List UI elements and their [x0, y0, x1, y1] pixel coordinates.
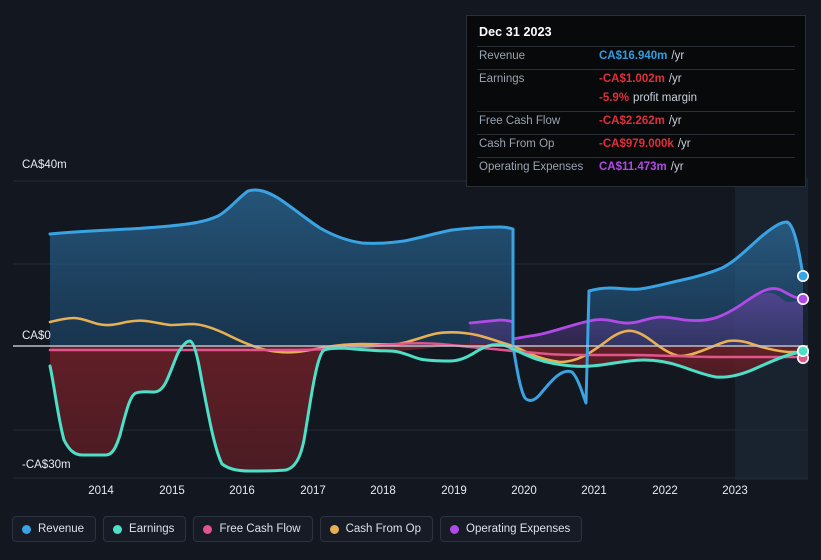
tooltip-value-free-cash-flow: -CA$2.262m: [599, 115, 665, 127]
financial-chart: CA$40m CA$0 -CA$30m 2014 2015 2016 2017 …: [0, 0, 821, 560]
chart-legend: Revenue Earnings Free Cash Flow Cash Fro…: [12, 516, 583, 542]
y-axis-label-zero: CA$0: [22, 330, 51, 342]
tooltip-label-operating-expenses: Operating Expenses: [479, 161, 584, 173]
legend-item-revenue[interactable]: Revenue: [12, 516, 97, 542]
x-tick-2017: 2017: [300, 485, 326, 497]
tooltip-label-free-cash-flow: Free Cash Flow: [479, 115, 561, 127]
tooltip-label-cash-from-op: Cash From Op: [479, 138, 555, 150]
x-tick-2014: 2014: [88, 485, 114, 497]
tooltip-value-revenue: CA$16.940m: [599, 50, 668, 62]
legend-label-earnings: Earnings: [129, 523, 175, 535]
legend-dot-free-cash-flow-icon: [203, 524, 213, 534]
data-tooltip: Dec 31 2023 Revenue CA$16.940m /yr Earni…: [466, 15, 806, 187]
tooltip-date: Dec 31 2023: [479, 25, 552, 39]
x-tick-2019: 2019: [441, 485, 467, 497]
tooltip-value-profit-margin: -5.9%: [599, 92, 630, 104]
x-tick-2016: 2016: [229, 485, 255, 497]
y-axis-label-bottom: -CA$30m: [22, 459, 71, 471]
x-tick-2023: 2023: [722, 485, 748, 497]
legend-item-free-cash-flow[interactable]: Free Cash Flow: [193, 516, 313, 542]
tooltip-row-earnings: Earnings -CA$1.002m /yr: [477, 69, 795, 92]
legend-item-earnings[interactable]: Earnings: [103, 516, 187, 542]
operating-expenses-end-marker: [796, 292, 809, 305]
legend-label-cash-from-op: Cash From Op: [345, 523, 422, 535]
legend-dot-cash-from-op-icon: [329, 524, 339, 534]
x-tick-2022: 2022: [652, 485, 678, 497]
tooltip-row-profit-margin: -5.9% profit margin: [477, 92, 795, 111]
x-tick-2018: 2018: [370, 485, 396, 497]
legend-dot-operating-expenses-icon: [450, 524, 460, 534]
tooltip-unit-profit-margin: profit margin: [633, 92, 697, 104]
legend-item-cash-from-op[interactable]: Cash From Op: [319, 516, 434, 542]
tooltip-label-revenue: Revenue: [479, 50, 526, 62]
tooltip-row-free-cash-flow: Free Cash Flow -CA$2.262m /yr: [477, 111, 795, 134]
x-tick-2015: 2015: [159, 485, 185, 497]
tooltip-unit-operating-expenses: /yr: [670, 161, 684, 173]
tooltip-label-earnings: Earnings: [479, 73, 525, 85]
tooltip-unit-cash-from-op: /yr: [677, 138, 691, 150]
tooltip-unit-revenue: /yr: [671, 50, 685, 62]
tooltip-unit-free-cash-flow: /yr: [668, 115, 682, 127]
legend-label-operating-expenses: Operating Expenses: [466, 523, 571, 535]
legend-item-operating-expenses[interactable]: Operating Expenses: [440, 516, 583, 542]
y-axis-label-top: CA$40m: [22, 159, 67, 171]
tooltip-row-operating-expenses: Operating Expenses CA$11.473m /yr: [477, 157, 795, 180]
legend-label-free-cash-flow: Free Cash Flow: [219, 523, 301, 535]
tooltip-value-cash-from-op: -CA$979.000k: [599, 138, 674, 150]
tooltip-row-cash-from-op: Cash From Op -CA$979.000k /yr: [477, 134, 795, 157]
tooltip-value-operating-expenses: CA$11.473m: [599, 161, 667, 173]
tooltip-value-earnings: -CA$1.002m: [599, 73, 665, 85]
tooltip-unit-earnings: /yr: [668, 73, 682, 85]
earnings-end-marker: [796, 344, 809, 357]
legend-dot-revenue-icon: [22, 524, 31, 534]
legend-dot-earnings-icon: [113, 524, 123, 534]
legend-label-revenue: Revenue: [38, 523, 85, 535]
tooltip-row-revenue: Revenue CA$16.940m /yr: [477, 46, 795, 69]
revenue-end-marker: [796, 269, 809, 282]
x-tick-2021: 2021: [581, 485, 607, 497]
x-tick-2020: 2020: [511, 485, 537, 497]
